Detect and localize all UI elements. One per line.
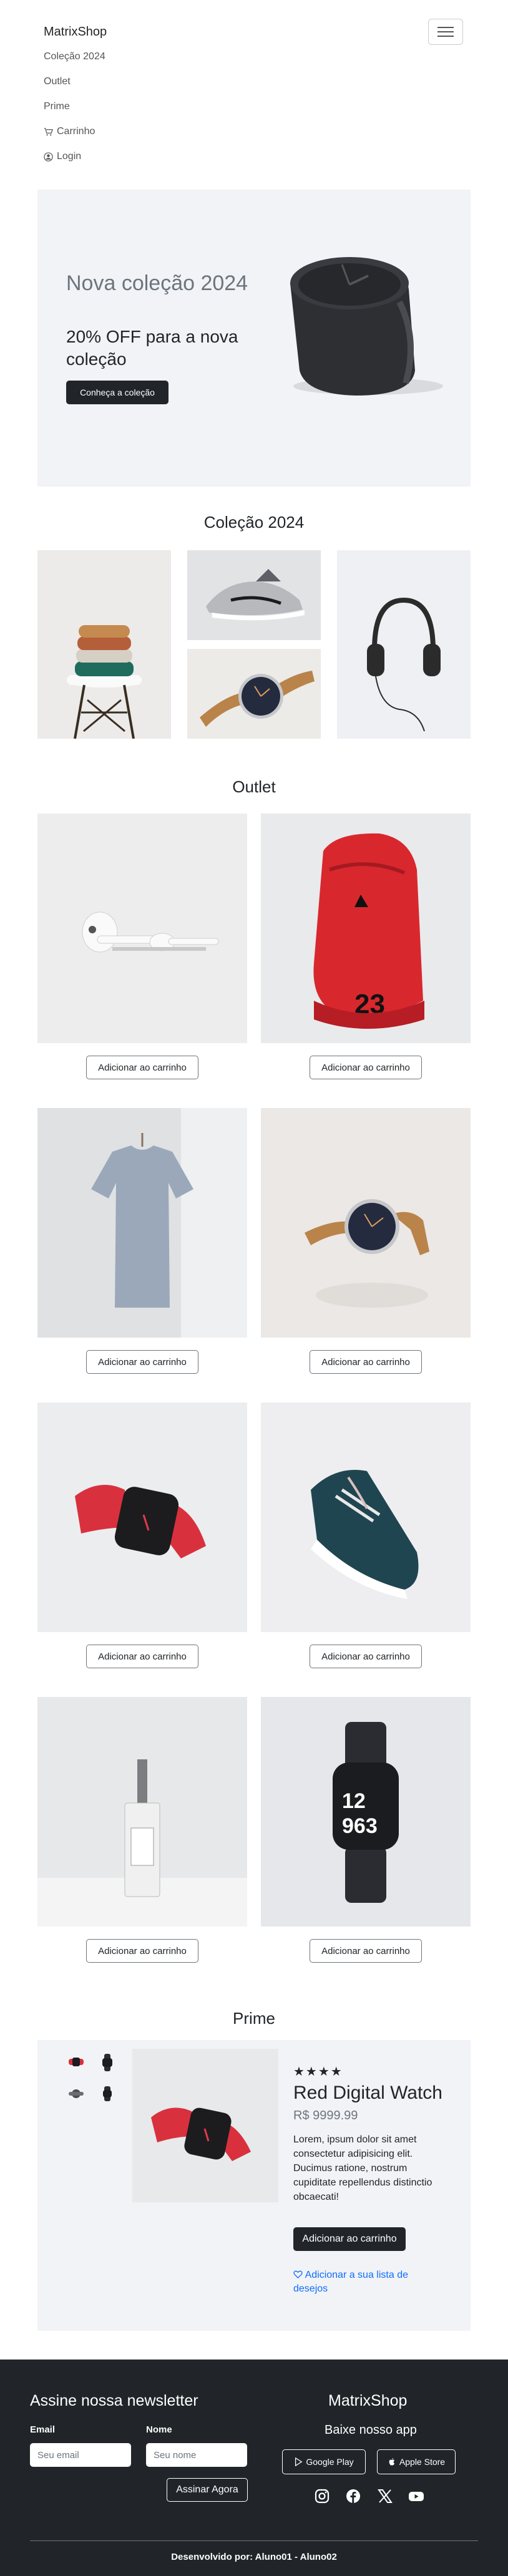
collection-image-sneaker[interactable]: [187, 550, 321, 640]
product-image-earbuds[interactable]: [37, 814, 247, 1043]
nav-item-colecao[interactable]: Coleção 2024: [44, 51, 105, 62]
product-image-gray-tshirt[interactable]: [37, 1108, 247, 1338]
product-image-teal-sneaker[interactable]: [261, 1402, 471, 1632]
google-play-button[interactable]: Google Play: [282, 2449, 366, 2474]
prime-product-card: ★★★★ Red Digital Watch R$ 9999.99 Lorem,…: [37, 2040, 471, 2331]
person-circle-icon: [44, 152, 53, 162]
footer-brand: MatrixShop: [328, 2392, 408, 2409]
svg-text:12: 12: [342, 1789, 366, 1813]
hero-subtitle: 20% OFF para a nova coleção: [66, 327, 238, 369]
collection-image-watch[interactable]: [187, 649, 321, 739]
x-twitter-icon[interactable]: [377, 2488, 393, 2504]
prime-thumb-4[interactable]: [95, 2081, 120, 2106]
add-to-cart-button-1[interactable]: Adicionar ao carrinho: [86, 1056, 198, 1079]
prime-thumb-2[interactable]: [95, 2050, 120, 2075]
svg-text:963: 963: [342, 1814, 378, 1838]
hero-cta-button[interactable]: Conheça a coleção: [66, 381, 169, 404]
product-image-red-sneaker[interactable]: 23: [261, 814, 471, 1043]
heart-icon: [293, 2270, 303, 2279]
prime-title: Prime: [233, 2009, 275, 2028]
footer-divider: [30, 2540, 478, 2541]
outlet-title: Outlet: [232, 777, 276, 796]
add-to-cart-button-6[interactable]: Adicionar ao carrinho: [310, 1645, 422, 1668]
product-image-perfume[interactable]: [37, 1697, 247, 1927]
app-download-title: Baixe nosso app: [325, 2423, 417, 2437]
hamburger-icon: [437, 27, 454, 37]
nav-item-carrinho[interactable]: Carrinho: [44, 126, 95, 137]
prime-product-name: Red Digital Watch: [293, 2083, 442, 2103]
add-to-cart-button-8[interactable]: Adicionar ao carrinho: [310, 1939, 422, 1963]
email-field[interactable]: Seu email: [30, 2443, 131, 2467]
nav-item-outlet[interactable]: Outlet: [44, 76, 71, 87]
name-label: Nome: [146, 2424, 172, 2435]
hero-banner: Nova coleção 2024 20% OFF para a nova co…: [37, 190, 471, 487]
facebook-icon[interactable]: [345, 2488, 361, 2504]
footer-credits: Desenvolvido por: Aluno01 - Aluno02: [171, 2552, 337, 2562]
prime-thumb-3[interactable]: [64, 2081, 89, 2106]
add-to-cart-button-2[interactable]: Adicionar ao carrinho: [310, 1056, 422, 1079]
email-label: Email: [30, 2424, 56, 2435]
footer: Assine nossa newsletter Email Seu email …: [0, 2360, 508, 2576]
prime-main-image: [132, 2049, 278, 2202]
nav-item-login[interactable]: Login: [44, 151, 81, 162]
prime-product-description: Lorem, ipsum dolor sit amet consectetur …: [293, 2134, 432, 2202]
product-image-red-smartwatch[interactable]: [37, 1402, 247, 1632]
product-image-leather-watch[interactable]: [261, 1108, 471, 1338]
prime-add-to-cart-button[interactable]: Adicionar ao carrinho: [293, 2227, 406, 2251]
hero-clock-image: [275, 246, 456, 408]
play-store-icon: [295, 2457, 303, 2466]
add-to-cart-button-3[interactable]: Adicionar ao carrinho: [86, 1350, 198, 1374]
prime-product-price: R$ 9999.99: [293, 2109, 358, 2122]
navbar-toggler-button[interactable]: [428, 19, 463, 45]
add-to-cart-button-7[interactable]: Adicionar ao carrinho: [86, 1939, 198, 1963]
collection-image-sweaters[interactable]: [37, 550, 171, 739]
rating-stars: ★★★★: [293, 2065, 343, 2079]
cart-icon: [44, 127, 53, 135]
add-to-cart-button-5[interactable]: Adicionar ao carrinho: [86, 1645, 198, 1668]
nav-item-prime[interactable]: Prime: [44, 101, 70, 112]
navbar-brand[interactable]: MatrixShop: [44, 25, 107, 39]
navbar: MatrixShop Coleção 2024 Outlet Prime Car…: [0, 0, 508, 175]
youtube-icon[interactable]: [408, 2488, 424, 2504]
collection-title: Coleção 2024: [203, 513, 305, 532]
subscribe-button[interactable]: Assinar Agora: [167, 2478, 248, 2502]
wishlist-link[interactable]: Adicionar a sua lista de desejos: [293, 2268, 443, 2296]
prime-thumb-1[interactable]: [64, 2050, 89, 2075]
collection-image-headphones[interactable]: [337, 550, 471, 739]
newsletter-title: Assine nossa newsletter: [30, 2392, 198, 2409]
apple-store-button[interactable]: Apple Store: [377, 2449, 456, 2474]
product-image-black-smartwatch[interactable]: 12 963: [261, 1697, 471, 1927]
apple-icon: [389, 2458, 395, 2466]
name-field[interactable]: Seu nome: [146, 2443, 247, 2467]
add-to-cart-button-4[interactable]: Adicionar ao carrinho: [310, 1350, 422, 1374]
instagram-icon[interactable]: [314, 2488, 330, 2504]
hero-title: Nova coleção 2024: [66, 271, 248, 295]
